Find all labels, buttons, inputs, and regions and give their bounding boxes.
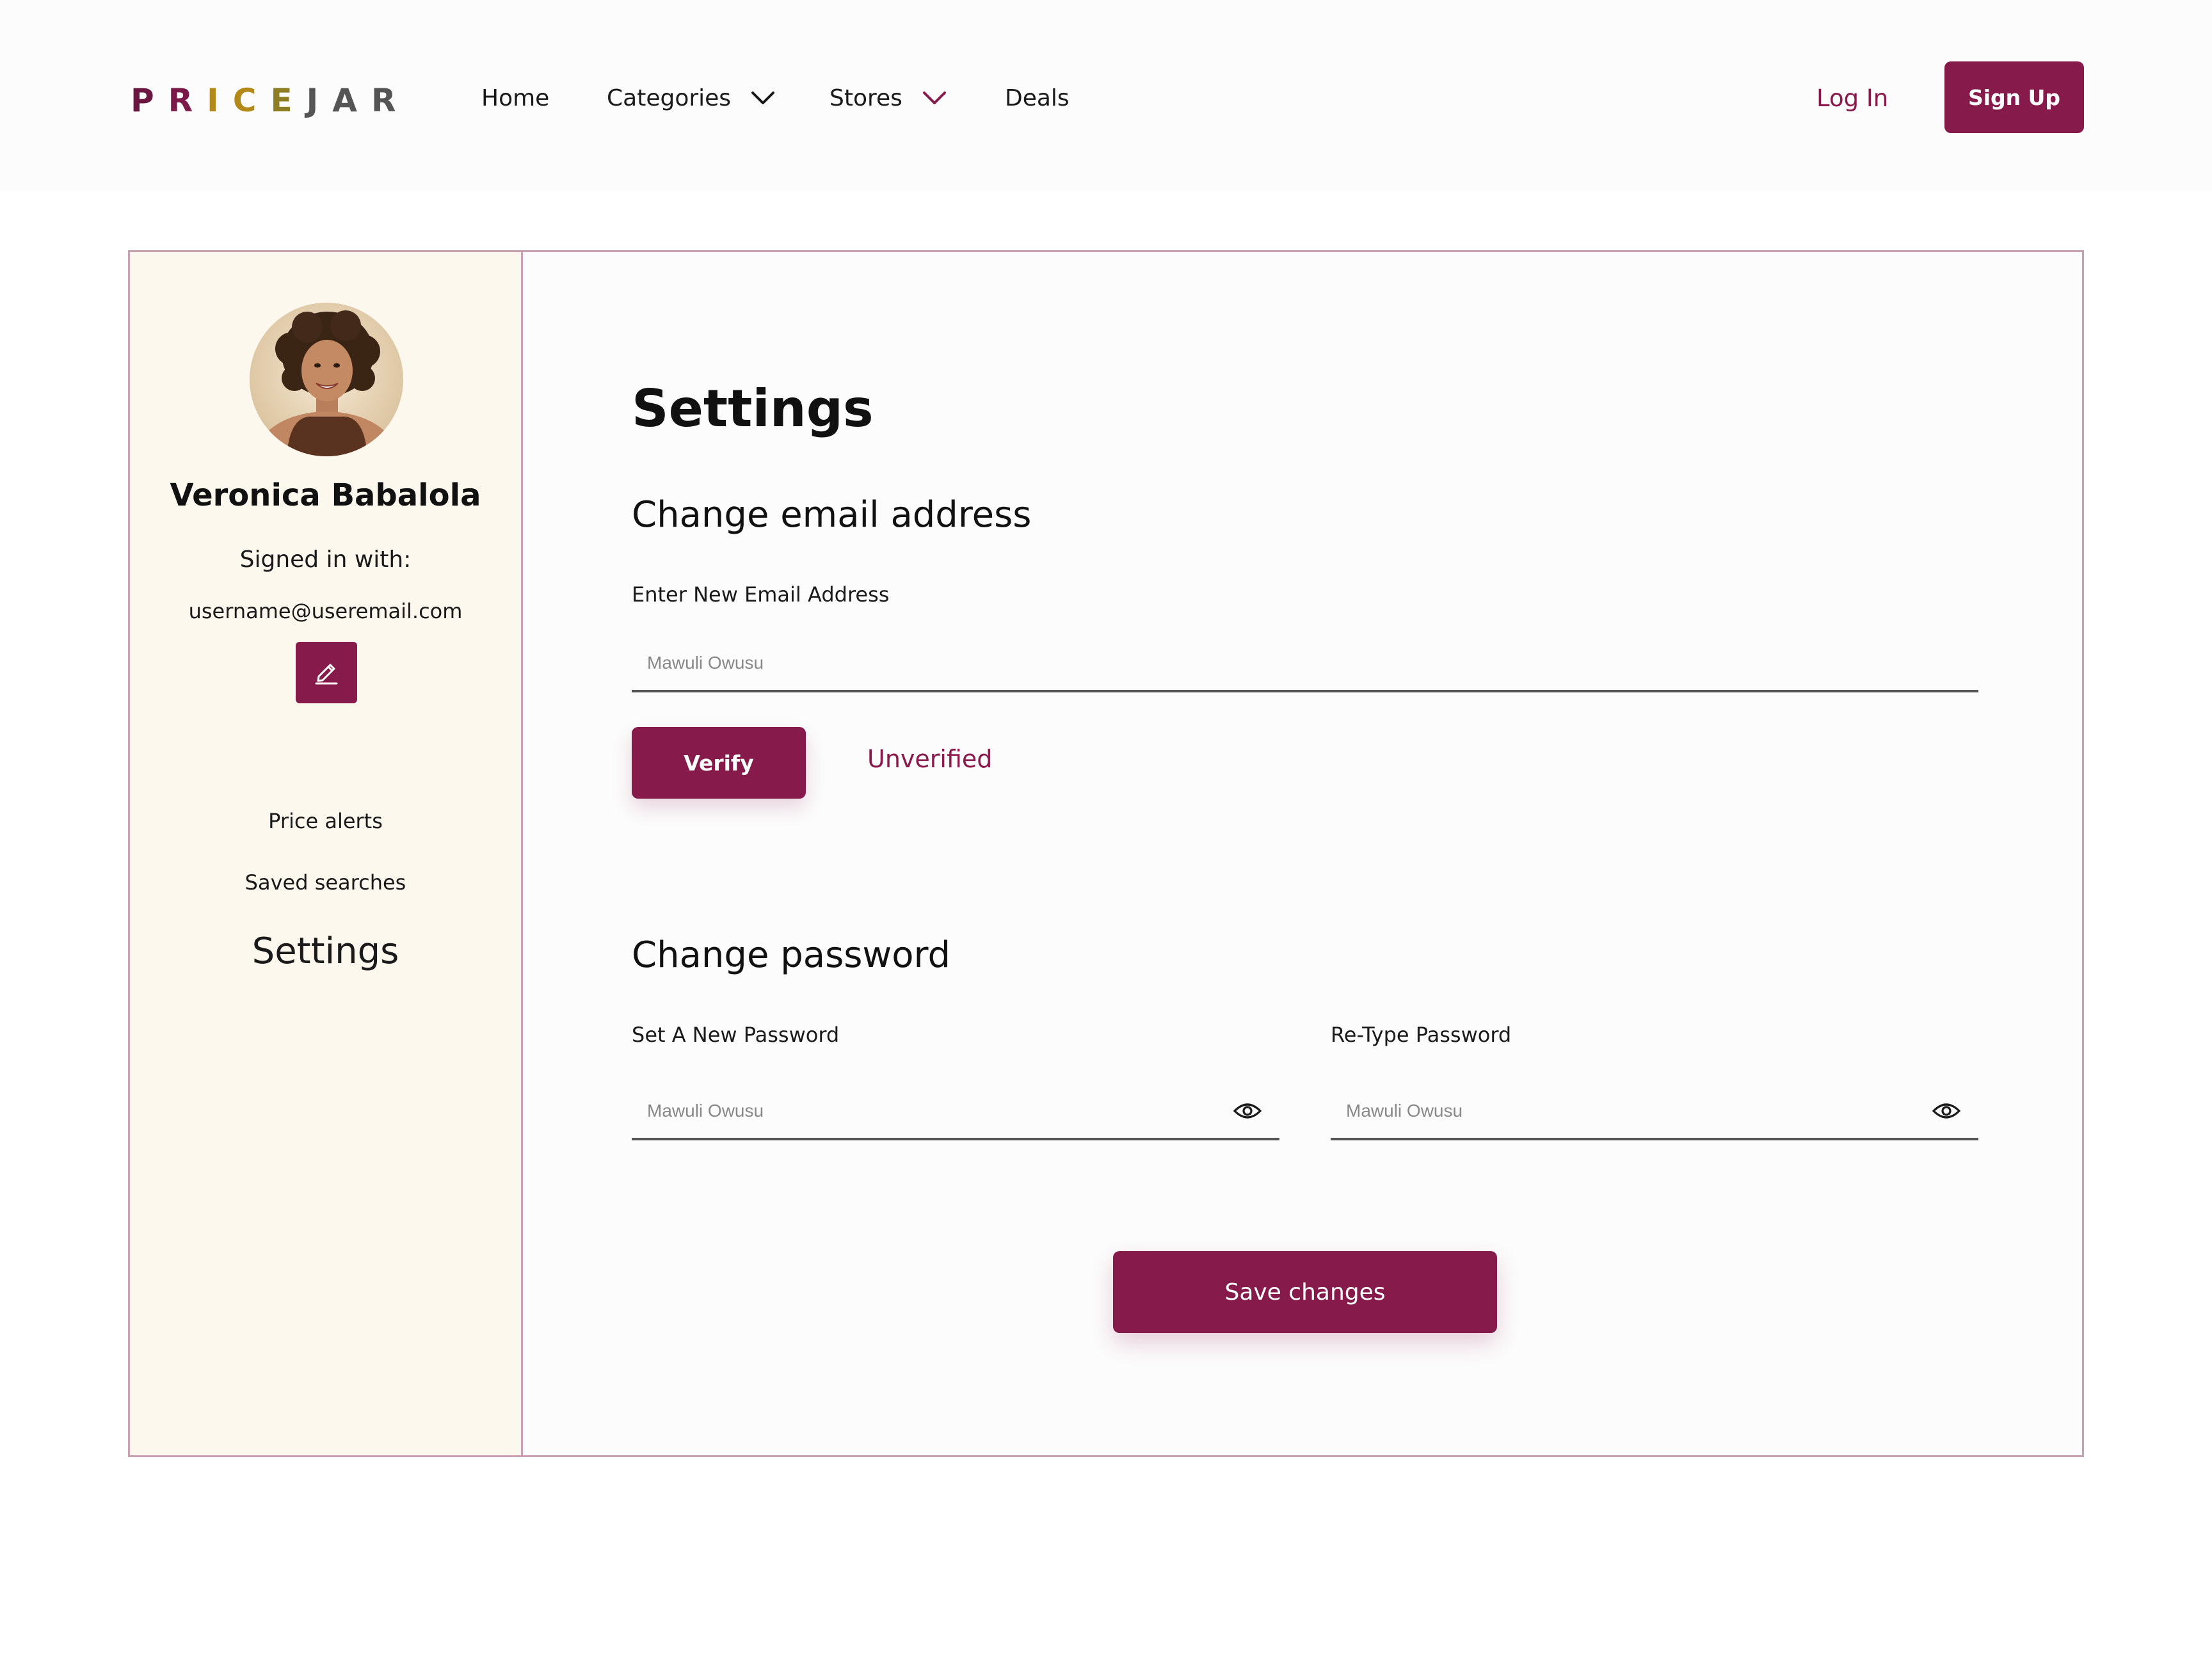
brand-letter: P [131, 82, 168, 119]
new-password-label: Set A New Password [632, 1023, 840, 1047]
new-email-label: Enter New Email Address [632, 582, 890, 607]
eye-icon[interactable] [1232, 1096, 1263, 1126]
nav-stores[interactable]: Stores [830, 78, 947, 118]
top-navbar: PRICEJAR Home Categories Stores Deals Lo… [0, 0, 2212, 192]
signup-button[interactable]: Sign Up [1944, 61, 2084, 133]
brand-letter: I [207, 82, 233, 119]
new-password-input[interactable] [632, 1084, 1279, 1140]
eye-icon[interactable] [1931, 1096, 1962, 1126]
nav-home-label: Home [481, 84, 550, 111]
nav-categories-label: Categories [607, 84, 732, 111]
edit-profile-button[interactable] [296, 642, 357, 703]
new-email-input[interactable] [632, 636, 1978, 692]
brand-letter: J [306, 82, 333, 119]
retype-password-input[interactable] [1331, 1084, 1978, 1140]
chevron-down-icon [922, 90, 947, 106]
nav-stores-label: Stores [830, 84, 902, 111]
sidebar-item-settings[interactable]: Settings [130, 930, 521, 972]
user-email: username@useremail.com [188, 599, 463, 623]
verification-status: Unverified [867, 745, 993, 773]
verify-button[interactable]: Verify [632, 727, 806, 799]
password-section-heading: Change password [632, 934, 951, 976]
nav-deals[interactable]: Deals [1005, 78, 1070, 118]
nav-deals-label: Deals [1005, 84, 1070, 111]
brand-letter: A [332, 82, 371, 119]
brand-letter: C [232, 82, 271, 119]
signed-in-label: Signed in with: [239, 547, 412, 573]
brand-logo[interactable]: PRICEJAR [131, 78, 410, 123]
edit-pencil-icon [312, 657, 341, 688]
login-link[interactable]: Log In [1816, 78, 1888, 118]
email-section-heading: Change email address [632, 494, 1032, 536]
avatar [250, 303, 403, 456]
save-changes-button[interactable]: Save changes [1113, 1251, 1497, 1333]
sidebar-item-price-alerts[interactable]: Price alerts [130, 809, 521, 833]
nav-home[interactable]: Home [481, 78, 549, 118]
brand-letter: R [371, 82, 410, 119]
page-title: Settings [632, 379, 874, 438]
profile-sidebar: Veronica Babalola Signed in with: userna… [130, 252, 523, 1455]
user-name: Veronica Babalola [170, 477, 481, 513]
chevron-down-icon [750, 90, 776, 106]
retype-password-label: Re-Type Password [1331, 1023, 1512, 1047]
settings-card: Veronica Babalola Signed in with: userna… [128, 250, 2084, 1457]
brand-letter: E [270, 82, 307, 119]
sidebar-item-saved-searches[interactable]: Saved searches [130, 870, 521, 895]
brand-letter: R [168, 82, 207, 119]
nav-categories[interactable]: Categories [607, 78, 776, 118]
